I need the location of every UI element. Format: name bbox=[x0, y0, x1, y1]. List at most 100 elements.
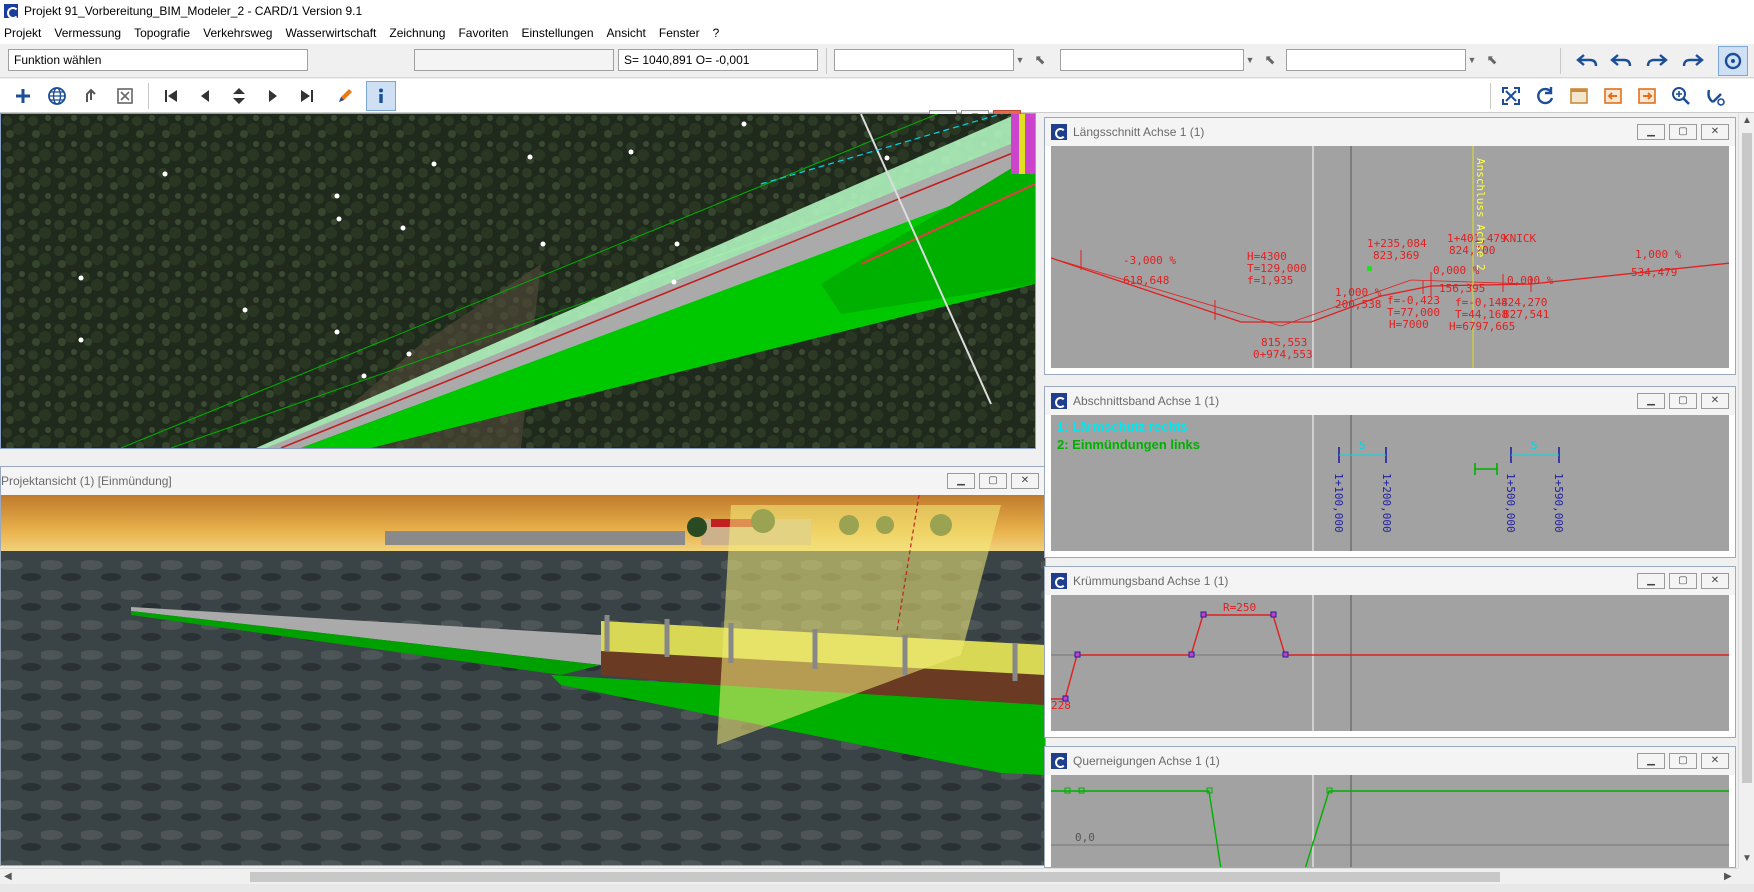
minimize-icon[interactable]: ▁ bbox=[947, 473, 975, 489]
abschnitt-window-buttons: ▁ ▢ ✕ bbox=[1637, 393, 1729, 409]
minimize-icon[interactable]: ▁ bbox=[1637, 753, 1665, 769]
lab-h823: 823,369 bbox=[1373, 249, 1419, 262]
laengsschnitt-titlebar: Längsschnitt Achse 1 (1) bbox=[1045, 118, 1735, 146]
export-icon[interactable] bbox=[1632, 81, 1662, 111]
globe-icon[interactable] bbox=[42, 81, 72, 111]
info-icon[interactable] bbox=[366, 81, 396, 111]
radius-label: R=250 bbox=[1223, 601, 1256, 614]
undo-icon[interactable] bbox=[1572, 46, 1602, 76]
pointer-icon[interactable]: ⬉ bbox=[1032, 52, 1048, 68]
first-icon[interactable] bbox=[156, 81, 186, 111]
menu-wasserwirtschaft[interactable]: Wasserwirtschaft bbox=[285, 26, 376, 40]
close-icon[interactable]: ✕ bbox=[1701, 124, 1729, 140]
next-icon[interactable] bbox=[258, 81, 288, 111]
querneigung-window-buttons: ▁ ▢ ✕ bbox=[1637, 753, 1729, 769]
abschnitt-canvas[interactable]: 1: Lärmschutz rechts 2: Einmündungen lin… bbox=[1051, 415, 1729, 551]
close-icon[interactable]: ✕ bbox=[1011, 473, 1039, 489]
redo-icon[interactable] bbox=[1642, 46, 1672, 76]
kruemmung-panel[interactable]: Krümmungsband Achse 1 (1) ▁ ▢ ✕ R=250 22… bbox=[1044, 566, 1736, 738]
menu-zeichnung[interactable]: Zeichnung bbox=[389, 26, 445, 40]
magnet-icon[interactable] bbox=[1700, 81, 1730, 111]
querneigung-canvas[interactable]: 0,0 bbox=[1051, 775, 1729, 867]
chevron-left-icon[interactable]: ◀ bbox=[4, 871, 12, 882]
combo-2[interactable] bbox=[1060, 49, 1244, 71]
close-icon[interactable]: ✕ bbox=[1701, 753, 1729, 769]
function-field[interactable]: Funktion wählen bbox=[8, 49, 308, 71]
minimize-icon[interactable]: ▁ bbox=[1637, 393, 1665, 409]
menu-projekt[interactable]: Projekt bbox=[4, 26, 41, 40]
maximize-icon[interactable]: ▢ bbox=[1669, 393, 1697, 409]
title-bar: Projekt 91_Vorbereitung_BIM_Modeler_2 - … bbox=[0, 0, 1754, 22]
3d-view-canvas[interactable] bbox=[1, 495, 1045, 865]
lab-f1935: f=1,935 bbox=[1247, 274, 1293, 287]
maximize-icon[interactable]: ▢ bbox=[1669, 753, 1697, 769]
chevron-up-icon[interactable]: ▲ bbox=[1742, 115, 1752, 126]
undo2-icon[interactable] bbox=[1606, 46, 1636, 76]
last-icon[interactable] bbox=[292, 81, 322, 111]
import-icon[interactable] bbox=[1598, 81, 1628, 111]
laengsschnitt-canvas[interactable]: -3,000 % 618,648 H=4300 T=129,000 f=1,93… bbox=[1051, 146, 1729, 368]
updown-icon[interactable] bbox=[224, 81, 254, 111]
refresh-icon[interactable] bbox=[1530, 81, 1560, 111]
card1-icon bbox=[1051, 573, 1067, 589]
app-icon bbox=[4, 4, 19, 19]
close-icon[interactable]: ✕ bbox=[1701, 573, 1729, 589]
pointer-icon[interactable] bbox=[76, 81, 106, 111]
menu-topografie[interactable]: Topografie bbox=[134, 26, 190, 40]
chevron-down-icon[interactable]: ▼ bbox=[1244, 49, 1256, 71]
pointer-icon[interactable]: ⬉ bbox=[1262, 52, 1278, 68]
zoom-extent-icon[interactable] bbox=[1496, 81, 1526, 111]
empty-field[interactable] bbox=[414, 49, 614, 71]
maximize-icon[interactable]: ▢ bbox=[1669, 124, 1697, 140]
project-view-titlebar: Projektansicht (1) [Einmündung] bbox=[1, 467, 1045, 495]
card1-icon bbox=[1051, 124, 1067, 140]
zoom-in-icon[interactable] bbox=[1666, 81, 1696, 111]
window-icon[interactable] bbox=[1564, 81, 1594, 111]
lab-dist1: 618,648 bbox=[1123, 274, 1169, 287]
chevron-right-icon[interactable]: ▶ bbox=[1724, 871, 1732, 882]
close-window-icon[interactable] bbox=[110, 81, 140, 111]
minimize-icon[interactable]: ▁ bbox=[1637, 124, 1665, 140]
station-readout: S= 1040,891 O= -0,001 bbox=[618, 49, 818, 71]
station-1200: 1+200,000 bbox=[1380, 473, 1393, 533]
maximize-icon[interactable]: ▢ bbox=[1669, 573, 1697, 589]
menu-bar: Projekt Vermessung Topografie Verkehrswe… bbox=[0, 22, 1754, 44]
redo2-icon[interactable] bbox=[1678, 46, 1708, 76]
plus-icon[interactable] bbox=[8, 81, 38, 111]
kruemmung-canvas[interactable]: R=250 228 bbox=[1051, 595, 1729, 731]
laengsschnitt-panel[interactable]: Längsschnitt Achse 1 (1) ▁ ▢ ✕ -3,000 % … bbox=[1044, 117, 1736, 375]
legend-einmuendungen: 2: Einmündungen links bbox=[1057, 437, 1200, 452]
prev-icon[interactable] bbox=[190, 81, 220, 111]
project-view-panel[interactable]: Projektansicht (1) [Einmündung] ▁ ▢ ✕ bbox=[0, 466, 1046, 866]
close-icon[interactable]: ✕ bbox=[1701, 393, 1729, 409]
horizontal-scrollbar[interactable]: ◀ ▶ bbox=[0, 868, 1738, 884]
minimize-icon[interactable]: ▁ bbox=[1637, 573, 1665, 589]
maximize-icon[interactable]: ▢ bbox=[979, 473, 1007, 489]
menu-help[interactable]: ? bbox=[713, 26, 720, 40]
horizontal-scroll-thumb[interactable] bbox=[250, 872, 1500, 882]
menu-ansicht[interactable]: Ansicht bbox=[607, 26, 646, 40]
vertical-scrollbar[interactable]: ▲ ▼ bbox=[1738, 113, 1754, 868]
pencil-icon[interactable] bbox=[330, 81, 360, 111]
combo-1[interactable] bbox=[834, 49, 1014, 71]
menu-einstellungen[interactable]: Einstellungen bbox=[521, 26, 593, 40]
kruemmung-title: Krümmungsband Achse 1 (1) bbox=[1073, 574, 1229, 588]
chevron-down-icon[interactable]: ▼ bbox=[1466, 49, 1478, 71]
menu-fenster[interactable]: Fenster bbox=[659, 26, 700, 40]
station-1590: 1+590,000 bbox=[1552, 473, 1565, 533]
chevron-down-icon[interactable]: ▼ bbox=[1014, 49, 1026, 71]
menu-verkehrsweg[interactable]: Verkehrsweg bbox=[203, 26, 272, 40]
chevron-down-icon[interactable]: ▼ bbox=[1742, 853, 1752, 864]
plan-view-panel[interactable]: ▁ ▢ ✕ bbox=[0, 110, 1036, 449]
vertical-scroll-thumb[interactable] bbox=[1742, 133, 1752, 783]
toolbar-nav bbox=[0, 79, 1754, 113]
station-1100: 1+100,000 bbox=[1332, 473, 1345, 533]
plan-canvas[interactable] bbox=[1, 114, 1035, 448]
querneigung-panel[interactable]: Querneigungen Achse 1 (1) ▁ ▢ ✕ 0,0 bbox=[1044, 746, 1736, 868]
abschnitt-panel[interactable]: Abschnittsband Achse 1 (1) ▁ ▢ ✕ 1: Lärm… bbox=[1044, 386, 1736, 558]
menu-vermessung[interactable]: Vermessung bbox=[54, 26, 121, 40]
pointer-icon[interactable]: ⬉ bbox=[1484, 52, 1500, 68]
combo-3[interactable] bbox=[1286, 49, 1466, 71]
help-icon[interactable] bbox=[1718, 46, 1748, 76]
menu-favoriten[interactable]: Favoriten bbox=[458, 26, 508, 40]
